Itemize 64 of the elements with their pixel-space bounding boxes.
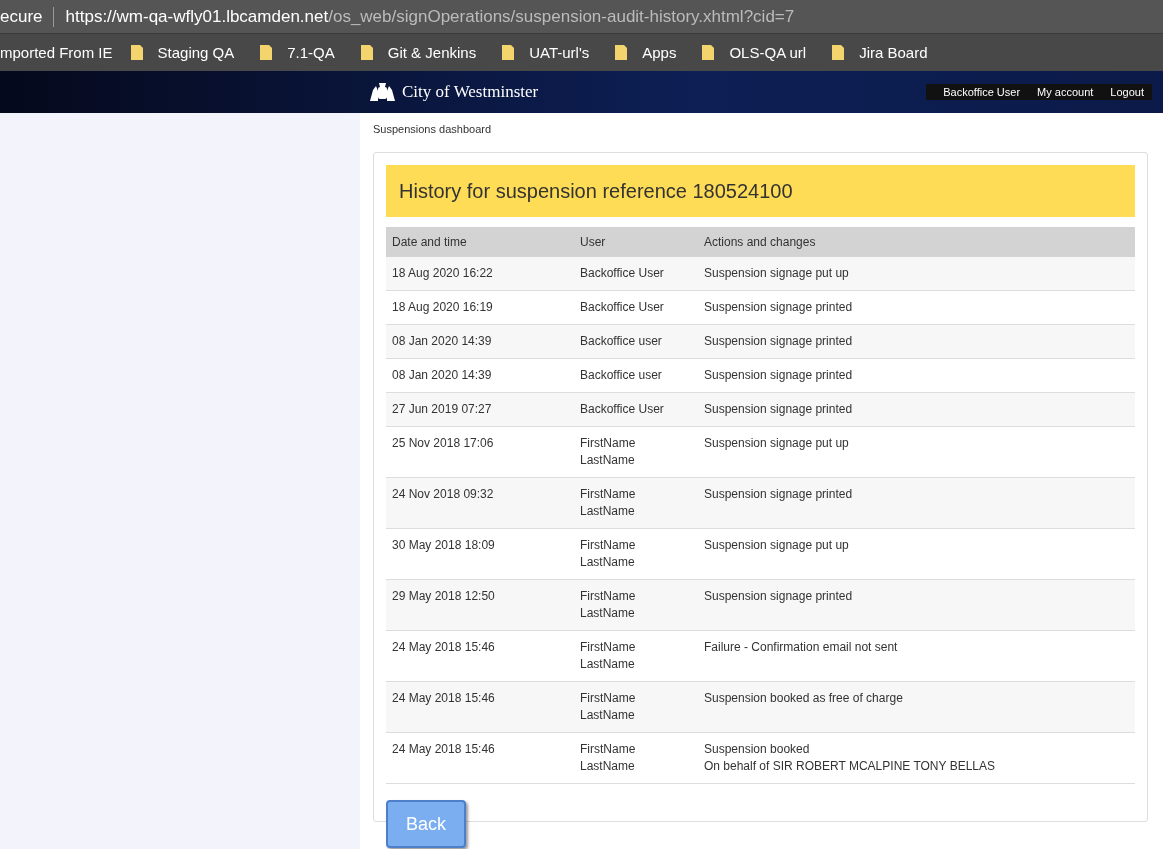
table-cell: FirstName LastName xyxy=(574,732,698,784)
bookmark-label[interactable]: OLS-QA url xyxy=(729,44,807,61)
table-cell: Suspension signage printed xyxy=(698,392,1135,427)
table-cell: 30 May 2018 18:09 xyxy=(386,528,574,580)
table-cell: Suspension signage put up xyxy=(698,426,1135,478)
table-cell: Backoffice user xyxy=(574,358,698,393)
table-cell: Suspension signage printed xyxy=(698,358,1135,393)
nav-link[interactable]: My account xyxy=(1037,86,1094,98)
column-header: Actions and changes xyxy=(698,227,1135,257)
table-cell: Suspension booked On behalf of SIR ROBERT MCALPINE TONY BELLAS xyxy=(698,732,1135,784)
table-cell: Suspension signage printed xyxy=(698,290,1135,325)
table-cell: FirstName LastName xyxy=(574,426,698,478)
table-cell: 08 Jan 2020 14:39 xyxy=(386,324,574,359)
table-cell: 18 Aug 2020 16:19 xyxy=(386,290,574,325)
folder-icon xyxy=(614,44,629,61)
column-header: User xyxy=(574,227,698,257)
folder-icon xyxy=(259,44,274,61)
table-cell: Backoffice user xyxy=(574,324,698,359)
table-cell: Failure - Confirmation email not sent xyxy=(698,630,1135,682)
url-path[interactable]: /os_web/signOperations/suspension-audit-history.xhtml?cid=7 xyxy=(328,6,795,27)
security-label: ecure xyxy=(0,6,43,27)
folder-icon xyxy=(129,44,144,61)
nav-link[interactable]: Backoffice User xyxy=(943,86,1021,98)
url-host[interactable]: https://wm-qa-wfly01.lbcamden.net xyxy=(65,6,329,27)
table-cell: 25 Nov 2018 17:06 xyxy=(386,426,574,478)
bookmark-label[interactable]: Git & Jenkins xyxy=(387,44,477,61)
folder-icon xyxy=(831,44,846,61)
table-cell: Backoffice User xyxy=(574,257,698,291)
breadcrumb-link[interactable]: Suspensions dashboard xyxy=(373,123,1148,135)
table-cell: 24 May 2018 15:46 xyxy=(386,732,574,784)
table-cell: Suspension signage put up xyxy=(698,528,1135,580)
nav-link[interactable]: Logout xyxy=(1110,86,1144,98)
table-cell: Backoffice User xyxy=(574,290,698,325)
bookmark-label[interactable]: Staging QA xyxy=(157,44,235,61)
table-cell: FirstName LastName xyxy=(574,477,698,529)
table-cell: Suspension signage printed xyxy=(698,477,1135,529)
table-cell: 18 Aug 2020 16:22 xyxy=(386,257,574,291)
bookmark-label[interactable]: 7.1-QA xyxy=(287,44,335,61)
table-cell: FirstName LastName xyxy=(574,681,698,733)
table-cell: FirstName LastName xyxy=(574,528,698,580)
bookmark-label[interactable]: UAT-url's xyxy=(529,44,590,61)
table-cell: 24 May 2018 15:46 xyxy=(386,630,574,682)
table-cell: 24 May 2018 15:46 xyxy=(386,681,574,733)
folder-icon xyxy=(359,44,374,61)
site-logo-text[interactable]: City of Westminster xyxy=(402,82,539,102)
bookmark-label[interactable]: Jira Board xyxy=(859,44,928,61)
table-cell: 27 Jun 2019 07:27 xyxy=(386,392,574,427)
folder-icon xyxy=(701,44,716,61)
bookmark-label[interactable]: Apps xyxy=(642,44,677,61)
table-cell: Suspension signage put up xyxy=(698,257,1135,291)
bookmark-label[interactable]: mported From IE xyxy=(0,44,113,61)
table-cell: Suspension signage printed xyxy=(698,579,1135,631)
table-cell: Backoffice User xyxy=(574,392,698,427)
table-cell: Suspension booked as free of charge xyxy=(698,681,1135,733)
table-cell: 08 Jan 2020 14:39 xyxy=(386,358,574,393)
column-header: Date and time xyxy=(386,227,574,257)
table-cell: 29 May 2018 12:50 xyxy=(386,579,574,631)
page-title: History for suspension reference 180524100 xyxy=(386,165,1135,217)
folder-icon xyxy=(501,44,516,61)
table-cell: FirstName LastName xyxy=(574,630,698,682)
table-cell: FirstName LastName xyxy=(574,579,698,631)
table-cell: 24 Nov 2018 09:32 xyxy=(386,477,574,529)
table-cell: Suspension signage printed xyxy=(698,324,1135,359)
crest-logo-icon xyxy=(368,82,397,102)
